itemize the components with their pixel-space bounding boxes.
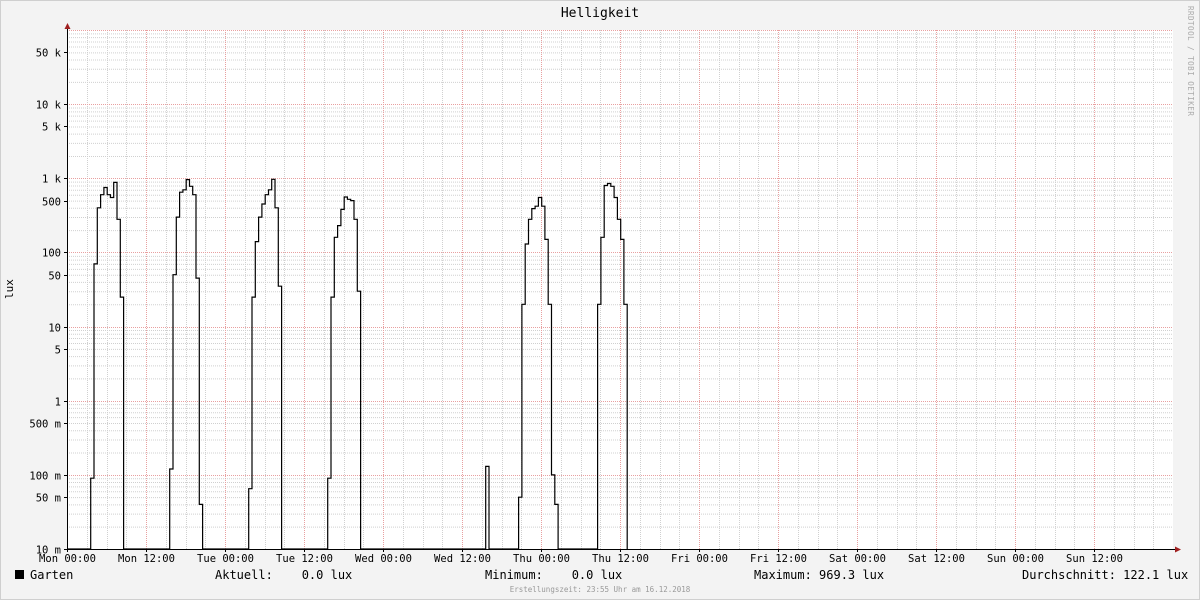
x-tick-label: Mon 12:00 — [118, 553, 175, 565]
legend-average: Durchschnitt: 122.1 lux — [1022, 568, 1189, 582]
y-tick-label: 50 m — [36, 493, 61, 505]
x-tick-label: Tue 00:00 — [197, 553, 254, 565]
footer-timestamp: Erstellungszeit: 23:55 Uhr am 16.12.2018 — [509, 585, 691, 594]
x-tick-label: Fri 12:00 — [750, 553, 807, 565]
legend-series: Garten — [15, 568, 73, 582]
x-tick-label: Thu 00:00 — [513, 553, 570, 565]
x-tick-label: Mon 00:00 — [39, 553, 96, 565]
y-tick-label: 10 k — [36, 100, 62, 112]
y-tick-label: 100 — [42, 248, 61, 260]
x-tick-label: Sun 00:00 — [987, 553, 1044, 565]
y-tick-label: 500 — [42, 197, 61, 209]
y-tick-label: 5 k — [42, 122, 62, 134]
y-tick-label: 50 k — [36, 48, 62, 60]
legend-series-label: Garten — [30, 568, 74, 582]
legend-minimum: Minimum: 0.0 lux — [485, 568, 623, 582]
y-axis-arrow — [64, 23, 71, 29]
x-tick-label: Wed 00:00 — [355, 553, 412, 565]
legend-current: Aktuell: 0.0 lux — [215, 568, 353, 582]
x-axis-arrow — [1175, 546, 1181, 553]
y-tick-label: 50 — [48, 271, 61, 283]
x-tick-label: Sat 12:00 — [908, 553, 965, 565]
x-tick-label: Wed 12:00 — [434, 553, 491, 565]
x-tick-label: Fri 00:00 — [671, 553, 728, 565]
legend-swatch — [15, 570, 24, 579]
x-tick-label: Sat 00:00 — [829, 553, 886, 565]
y-tick-label: 10 — [48, 323, 61, 335]
x-tick-label: Tue 12:00 — [276, 553, 333, 565]
legend-maximum: Maximum: 969.3 lux — [754, 568, 885, 582]
y-tick-label: 5 — [55, 345, 61, 357]
x-tick-label: Sun 12:00 — [1066, 553, 1123, 565]
x-tick-label: Thu 12:00 — [592, 553, 649, 565]
chart-plot: 50 k 10 k 5 k 1 k 500 100 50 10 5 1 500 m 100 m 50 m… — [29, 23, 1181, 565]
y-tick-label: 1 — [55, 397, 61, 409]
y-tick-label: 100 m — [29, 471, 61, 483]
y-tick-label: 500 m — [29, 419, 61, 431]
y-tick-label: 1 k — [42, 174, 62, 186]
